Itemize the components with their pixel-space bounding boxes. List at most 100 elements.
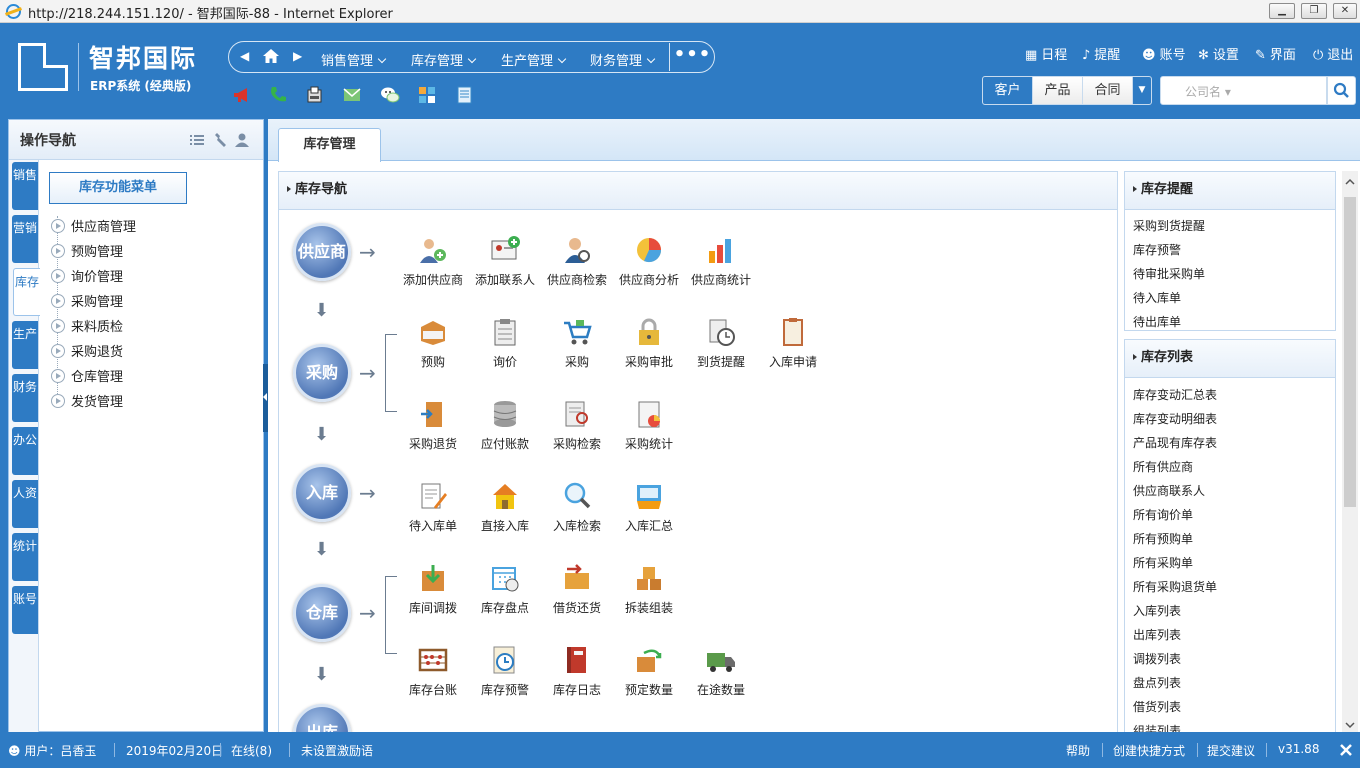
nav-menu-finance[interactable]: 财务管理 xyxy=(590,50,654,69)
close-icon[interactable] xyxy=(1339,743,1353,757)
feature-item[interactable]: 库间调拨 xyxy=(397,563,469,616)
mail-icon[interactable] xyxy=(342,85,362,105)
feature-item[interactable]: 入库申请 xyxy=(757,317,829,370)
wrench-icon[interactable] xyxy=(212,132,228,148)
scrollbar-thumb[interactable] xyxy=(1344,197,1356,507)
inventory-list-link[interactable]: 所有预购单 xyxy=(1133,530,1193,547)
inventory-list-link[interactable]: 供应商联系人 xyxy=(1133,482,1205,499)
logout-link[interactable]: ⏻ 退出 xyxy=(1313,44,1353,63)
inventory-list-link[interactable]: 库存变动汇总表 xyxy=(1133,386,1217,403)
stage-badge[interactable]: 入库 xyxy=(293,464,351,522)
feature-item[interactable]: 库存台账 xyxy=(397,645,469,698)
inventory-list-link[interactable]: 所有询价单 xyxy=(1133,506,1193,523)
feature-item[interactable]: 添加联系人 xyxy=(469,235,541,288)
inventory-list-link[interactable]: 产品现有库存表 xyxy=(1133,434,1217,451)
minimize-button[interactable]: ▁ xyxy=(1269,3,1295,19)
segment-contract[interactable]: 合同 xyxy=(1083,77,1133,104)
search-button[interactable] xyxy=(1327,76,1356,105)
account-link[interactable]: ☻ 账号 xyxy=(1142,44,1186,63)
megaphone-icon[interactable] xyxy=(232,85,252,105)
feature-item[interactable]: 库存日志 xyxy=(541,645,613,698)
feature-item[interactable]: 直接入库 xyxy=(469,481,541,534)
tree-item[interactable]: 采购管理 xyxy=(51,291,123,311)
inventory-list-link[interactable]: 所有采购退货单 xyxy=(1133,578,1217,595)
document-icon[interactable] xyxy=(454,85,474,105)
inventory-list-link[interactable]: 盘点列表 xyxy=(1133,674,1181,691)
inventory-list-link[interactable]: 借货列表 xyxy=(1133,698,1181,715)
restore-button[interactable]: ❐ xyxy=(1301,3,1327,19)
grid-icon[interactable] xyxy=(417,85,437,105)
nav-forward-icon[interactable]: ▶ xyxy=(293,49,302,63)
feature-item[interactable]: 拆装组装 xyxy=(613,563,685,616)
inventory-list-link[interactable]: 出库列表 xyxy=(1133,626,1181,643)
reminder-link[interactable]: 库存预警 xyxy=(1133,241,1181,258)
close-window-button[interactable]: ✕ xyxy=(1333,3,1357,19)
tree-item[interactable]: 来料质检 xyxy=(51,316,123,336)
feature-item[interactable]: 库存预警 xyxy=(469,645,541,698)
tree-item[interactable]: 供应商管理 xyxy=(51,216,136,236)
wechat-icon[interactable] xyxy=(380,85,400,105)
reminder-link[interactable]: ♪ 提醒 xyxy=(1082,44,1120,63)
feature-item[interactable]: 入库汇总 xyxy=(613,481,685,534)
stage-badge[interactable]: 采购 xyxy=(293,344,351,402)
help-link[interactable]: 帮助 xyxy=(1066,742,1090,759)
feature-item[interactable]: 采购统计 xyxy=(613,399,685,452)
list-icon[interactable] xyxy=(189,132,205,148)
reminder-link[interactable]: 待出库单 xyxy=(1133,313,1181,330)
interface-link[interactable]: ✎ 界面 xyxy=(1255,44,1296,63)
feature-item[interactable]: 供应商检索 xyxy=(541,235,613,288)
user-icon[interactable] xyxy=(234,132,250,148)
module-tab[interactable]: 财务 xyxy=(12,374,38,422)
tree-item[interactable]: 发货管理 xyxy=(51,391,123,411)
menu-title-button[interactable]: 库存功能菜单 xyxy=(49,172,187,204)
more-menu-button[interactable]: ••• xyxy=(669,43,715,71)
search-input[interactable]: 公司名 ▾ xyxy=(1160,76,1327,105)
module-tab[interactable]: 销售 xyxy=(12,162,38,210)
schedule-link[interactable]: ▦ 日程 xyxy=(1025,44,1067,63)
create-shortcut-link[interactable]: 创建快捷方式 xyxy=(1113,742,1185,759)
segment-dropdown-icon[interactable]: ▼ xyxy=(1133,77,1151,104)
feature-item[interactable]: 采购 xyxy=(541,317,613,370)
feature-item[interactable]: 询价 xyxy=(469,317,541,370)
module-tab[interactable]: 账号 xyxy=(12,586,38,634)
inventory-list-link[interactable]: 所有供应商 xyxy=(1133,458,1193,475)
feature-item[interactable]: 采购检索 xyxy=(541,399,613,452)
feedback-link[interactable]: 提交建议 xyxy=(1207,742,1255,759)
module-tab[interactable]: 库存 xyxy=(13,268,40,316)
stage-badge[interactable]: 仓库 xyxy=(293,584,351,642)
fax-icon[interactable] xyxy=(305,85,325,105)
feature-item[interactable]: 到货提醒 xyxy=(685,317,757,370)
feature-item[interactable]: 在途数量 xyxy=(685,645,757,698)
reminder-link[interactable]: 采购到货提醒 xyxy=(1133,217,1205,234)
stage-badge[interactable]: 供应商 xyxy=(293,223,351,281)
main-scrollbar[interactable] xyxy=(1342,171,1358,736)
motto-text[interactable]: 未设置激励语 xyxy=(301,742,373,759)
settings-link[interactable]: ✻ 设置 xyxy=(1198,44,1239,63)
segment-product[interactable]: 产品 xyxy=(1033,77,1083,104)
module-tab[interactable]: 生产 xyxy=(12,321,38,369)
feature-item[interactable]: 库存盘点 xyxy=(469,563,541,616)
inventory-list-link[interactable]: 所有采购单 xyxy=(1133,554,1193,571)
nav-menu-production[interactable]: 生产管理 xyxy=(501,50,565,69)
inventory-list-link[interactable]: 调拨列表 xyxy=(1133,650,1181,667)
scroll-up-icon[interactable] xyxy=(1345,177,1355,187)
feature-item[interactable]: 供应商分析 xyxy=(613,235,685,288)
tree-item[interactable]: 询价管理 xyxy=(51,266,123,286)
feature-item[interactable]: 借货还货 xyxy=(541,563,613,616)
feature-item[interactable]: 供应商统计 xyxy=(685,235,757,288)
tab-inventory[interactable]: 库存管理 xyxy=(278,128,381,162)
tree-item[interactable]: 采购退货 xyxy=(51,341,123,361)
module-tab[interactable]: 办公 xyxy=(12,427,38,475)
tree-item[interactable]: 预购管理 xyxy=(51,241,123,261)
inventory-list-link[interactable]: 库存变动明细表 xyxy=(1133,410,1217,427)
segment-customer[interactable]: 客户 xyxy=(983,77,1033,104)
reminder-link[interactable]: 待入库单 xyxy=(1133,289,1181,306)
module-tab[interactable]: 营销 xyxy=(12,215,38,263)
feature-item[interactable]: 预定数量 xyxy=(613,645,685,698)
reminder-link[interactable]: 待审批采购单 xyxy=(1133,265,1205,282)
feature-item[interactable]: 添加供应商 xyxy=(397,235,469,288)
feature-item[interactable]: 应付账款 xyxy=(469,399,541,452)
nav-back-icon[interactable]: ◀ xyxy=(240,49,249,63)
module-tab[interactable]: 人资 xyxy=(12,480,38,528)
feature-item[interactable]: 采购审批 xyxy=(613,317,685,370)
